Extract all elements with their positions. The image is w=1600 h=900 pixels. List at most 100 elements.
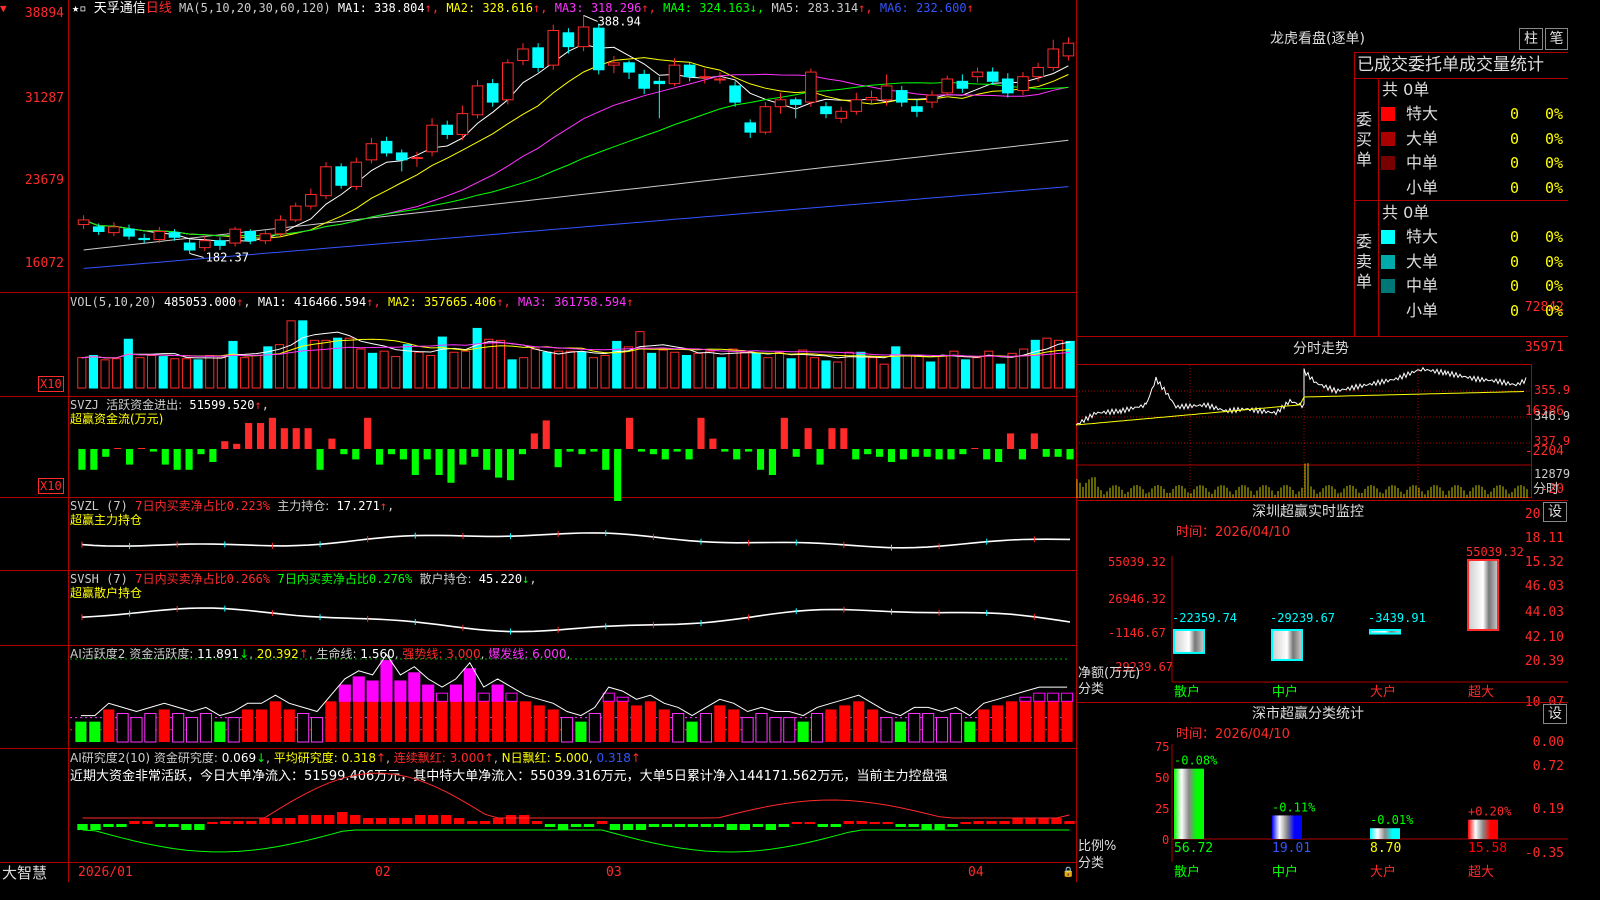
kline-chart[interactable]: 388.94 182.37 (70, 0, 1076, 292)
activity-bar-top (422, 684, 435, 702)
order-pct: 0% (1545, 228, 1564, 246)
order-color-swatch (1381, 131, 1395, 146)
research-bar (181, 824, 192, 830)
volume-bar (356, 348, 366, 389)
activity-bar (283, 709, 295, 742)
fund-flow-bar (197, 449, 205, 455)
order-color-swatch (1381, 230, 1395, 244)
activity-bar (255, 709, 268, 742)
fund-flow-bar (340, 449, 348, 455)
volume-bar (123, 338, 133, 389)
activity-bar (130, 717, 143, 743)
research-bar (142, 821, 153, 824)
candle (562, 32, 575, 48)
svsh-chart[interactable] (70, 570, 1076, 645)
research-bar (376, 818, 387, 824)
fund-flow-bar (256, 423, 265, 449)
research-bar (843, 821, 854, 824)
volume-bar (984, 350, 994, 389)
activity-bar (714, 705, 726, 742)
activity-bar-top (505, 692, 518, 702)
svzj-chart[interactable] (70, 396, 1076, 501)
volume-bar (1053, 339, 1064, 389)
volume-bar (681, 355, 692, 389)
ma2-line (83, 57, 1069, 239)
ai-activity-chart[interactable] (70, 645, 1076, 748)
holding-line (81, 607, 1071, 633)
bar-mode-button[interactable]: 柱 (1519, 28, 1543, 50)
research-bar (908, 824, 919, 827)
lock-icon[interactable]: 🔒 (1062, 866, 1074, 880)
fund-flow-bar (768, 449, 776, 475)
svzl-chart[interactable] (70, 497, 1076, 570)
volume-bar (821, 360, 831, 389)
intraday-chart[interactable] (1075, 364, 1532, 499)
order-row: 中单 0 0% (1380, 274, 1568, 299)
stats-change-label: +0.20% (1468, 805, 1512, 819)
activity-bar-top (338, 684, 351, 702)
candle (1032, 66, 1044, 78)
sell-orders-table: 特大 0 0% 大单 0 0% 中单 0 0% 小单 0 0% (1380, 225, 1568, 323)
stock-terminal: 38894 31287 23679 16072 ▼ ★▫ 天孚通信日线 MA(5… (0, 0, 1571, 882)
research-bar (1025, 818, 1036, 824)
activity-bar (922, 713, 935, 743)
fund-flow-bar (1066, 449, 1074, 460)
volume-bar (914, 355, 924, 389)
volume-bar (658, 349, 668, 389)
tick-mode-button[interactable]: 笔 (1545, 28, 1568, 50)
research-bar (479, 821, 491, 824)
monitor-bar-label: -3439.91 (1368, 611, 1426, 625)
fund-flow-bar (387, 449, 396, 455)
activity-bar-top (408, 672, 421, 702)
volume-bar (112, 358, 122, 389)
research-bar (622, 824, 634, 830)
candle (532, 47, 544, 68)
kline-y-axis: 38894 31287 23679 16072 (24, 6, 64, 271)
activity-bar (880, 717, 893, 743)
monitor-bar (1369, 629, 1401, 635)
stats-bar (1468, 819, 1498, 839)
research-bar (207, 822, 218, 824)
sz-stats-settings-button[interactable]: 设 (1543, 704, 1567, 724)
volume-bar (263, 346, 273, 389)
ai-research-chart[interactable] (70, 748, 1076, 862)
activity-line (80, 653, 1068, 717)
activity-bar (297, 713, 310, 743)
monitor-category: 中户 (1272, 684, 1298, 700)
high-label: 388.94 (598, 14, 641, 28)
fund-flow-bar (1042, 449, 1050, 457)
activity-bar (422, 701, 434, 742)
volume-bar (786, 358, 796, 389)
volume-bar (77, 357, 87, 389)
stats-bar (1174, 768, 1204, 839)
sz-monitor-settings-button[interactable]: 设 (1543, 502, 1567, 522)
research-bar (752, 824, 764, 827)
activity-bar (492, 701, 504, 742)
volume-chart[interactable] (70, 292, 1076, 396)
intraday-title: 分时走势 (1293, 341, 1349, 357)
research-bar (259, 818, 270, 824)
candle (865, 96, 878, 101)
volume-bar (1042, 337, 1052, 389)
chart-scroll-left[interactable]: ▼ (0, 2, 7, 16)
volume-bar (693, 352, 703, 389)
volume-bar (995, 363, 1005, 389)
fund-flow-bar (173, 449, 181, 470)
fund-flow-bar (364, 417, 372, 449)
fund-flow-bar (316, 449, 324, 470)
candle (547, 29, 560, 66)
candle (926, 94, 938, 103)
activity-bar (769, 717, 782, 743)
research-bar (557, 824, 569, 830)
volume-bar (344, 337, 354, 389)
candle (592, 27, 605, 71)
volume-bar (879, 363, 889, 389)
research-bar (934, 824, 945, 830)
research-bar (713, 824, 725, 827)
candle (714, 78, 726, 81)
activity-bar (630, 705, 643, 742)
candle (123, 228, 135, 237)
activity-bar (199, 713, 212, 743)
volume-bar (193, 359, 203, 389)
order-row: 大单 0 0% (1380, 127, 1568, 152)
